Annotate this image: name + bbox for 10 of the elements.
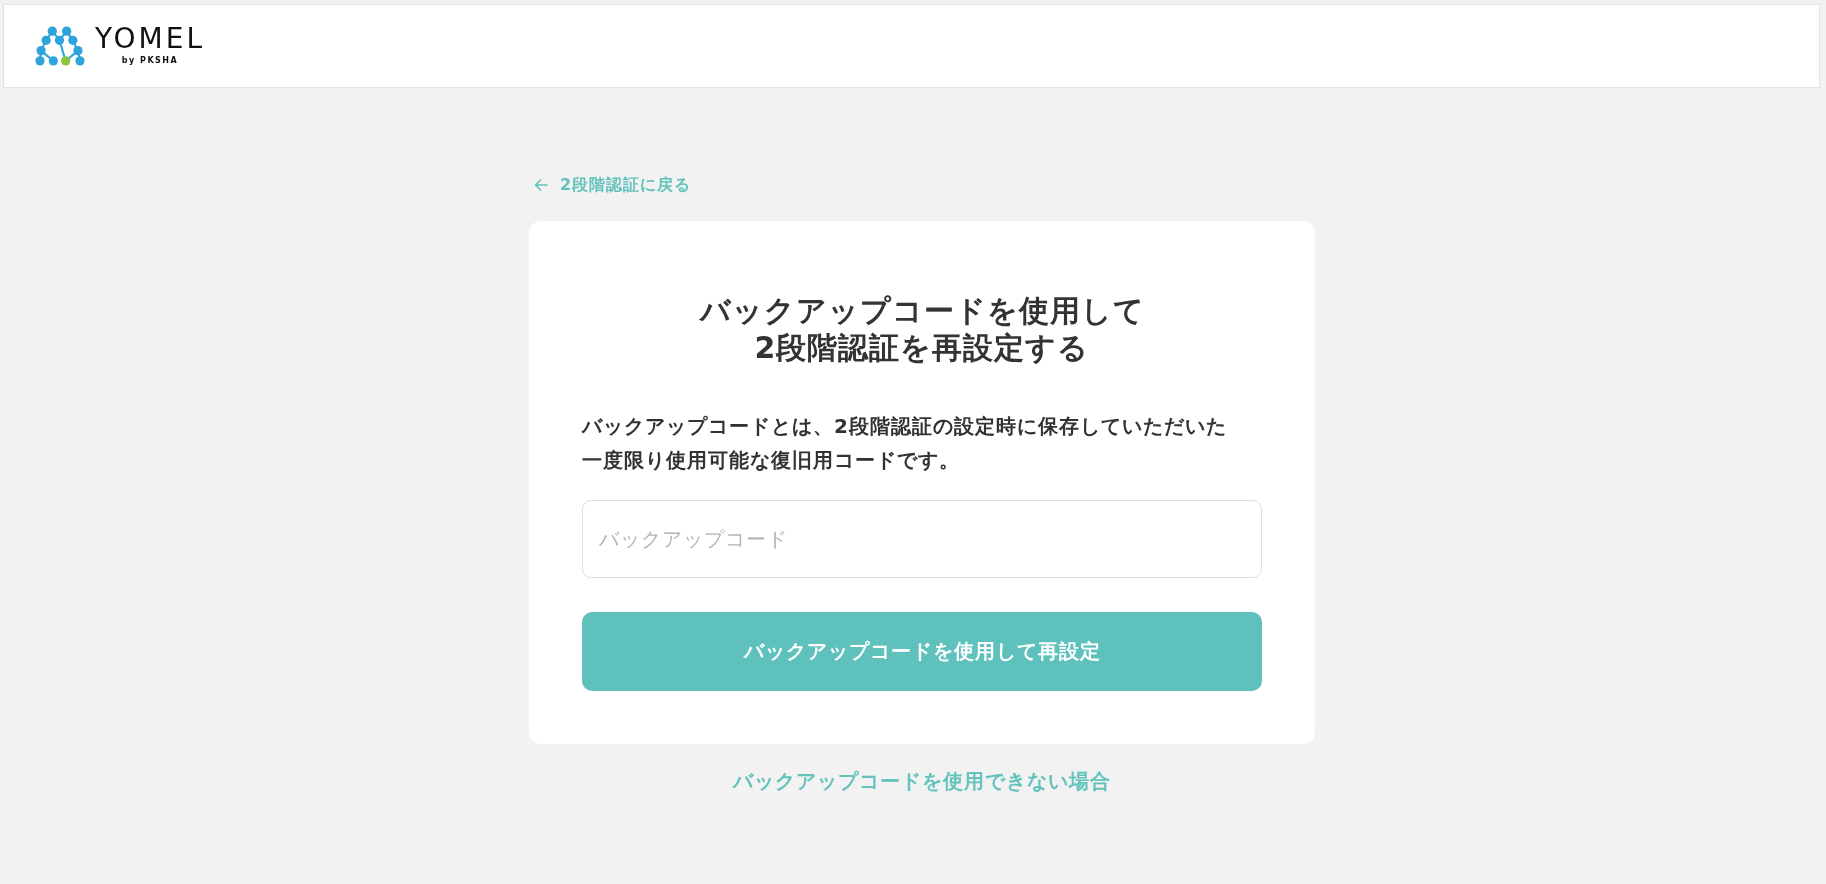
logo-tagline: by PKSHA <box>121 56 179 66</box>
submit-button[interactable]: バックアップコードを使用して再設定 <box>582 612 1262 691</box>
description-text: バックアップコードとは、2段階認証の設定時に保存していただいた一度限り使用可能な復旧用コードです。 <box>582 413 1228 474</box>
page-title: バックアップコードを使用して2段階認証を再設定する <box>699 292 1145 366</box>
help-link[interactable]: バックアップコードを使用できない場合 <box>733 766 1111 796</box>
logo-icon <box>32 26 88 66</box>
logo-wordmark: YOMEL <box>95 26 206 52</box>
arrow-left-icon <box>534 179 548 191</box>
back-link[interactable]: 2段階認証に戻る <box>534 174 692 196</box>
backup-code-input[interactable]: バックアップコード <box>582 500 1262 578</box>
